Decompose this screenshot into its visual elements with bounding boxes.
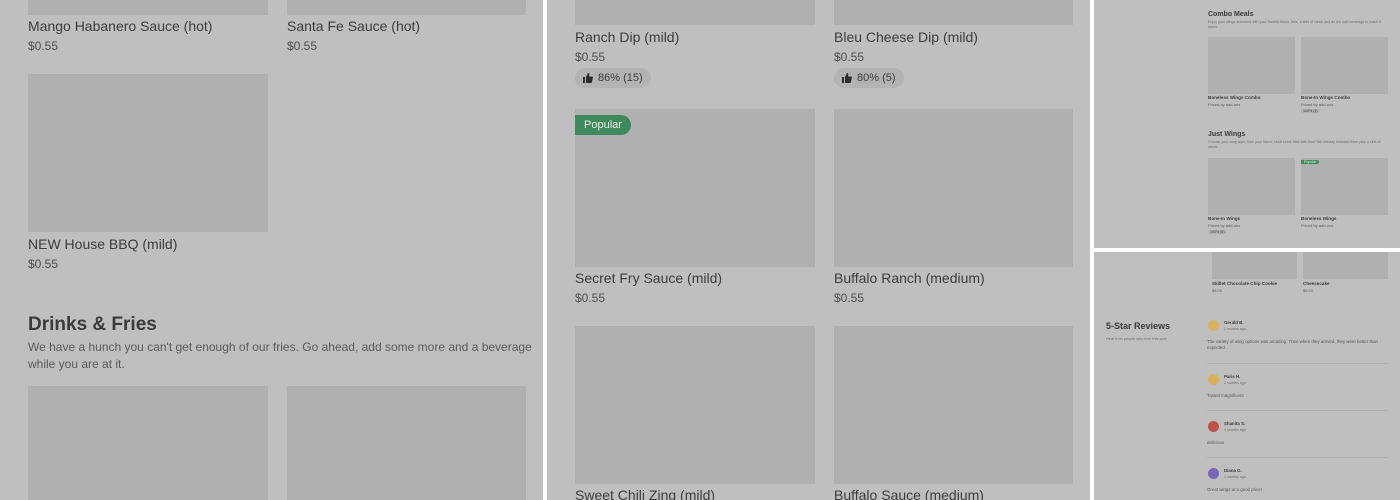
rating-text: 86% (15)	[598, 72, 643, 84]
popular-badge: Popular	[1301, 160, 1320, 164]
rating-text: 80% (5)	[857, 72, 896, 84]
menu-panel-sauces: Mango Habanero Sauce (hot) $0.55 Santa F…	[0, 0, 543, 500]
reviews-subheading: Hear from people who love this spot	[1106, 337, 1167, 341]
section-description: Choose your wing style, then your flavor…	[1208, 140, 1381, 149]
avatar	[1208, 421, 1219, 432]
item-image[interactable]	[287, 386, 526, 500]
item-title[interactable]: Skillet Chocolate Chip Cookie	[1212, 281, 1277, 286]
item-title[interactable]: Bone-In Wings	[1208, 216, 1240, 221]
item-title[interactable]: Bleu Cheese Dip (mild)	[834, 29, 978, 45]
item-price: $0.55	[28, 39, 59, 53]
popular-badge: Popular	[575, 115, 631, 135]
item-price: Priced by add-ons	[1208, 102, 1241, 107]
menu-panel-dips: Ranch Dip (mild) $0.55 86% (15) Bleu Che…	[547, 0, 1090, 500]
reviews-heading: 5-Star Reviews	[1106, 321, 1171, 331]
rating-badge: 86% (15)	[575, 68, 651, 88]
reviewer-name: Gerald B.	[1224, 320, 1244, 325]
item-title[interactable]: Buffalo Sauce (medium)	[834, 487, 984, 500]
item-title[interactable]: Boneless Wings Combo	[1208, 95, 1261, 100]
item-image[interactable]	[1303, 252, 1388, 279]
item-price: $5.00	[1303, 288, 1314, 293]
item-image[interactable]	[28, 0, 268, 15]
section-heading: Combo Meals	[1208, 11, 1254, 18]
item-image[interactable]	[1208, 158, 1295, 215]
menu-panel-wings: Combo Meals Enjoy your wings drenched wi…	[1094, 0, 1400, 248]
reviewer-name: Paris H.	[1224, 374, 1241, 379]
review-time: 4 months ago	[1224, 475, 1246, 479]
reviewer-name: Diana G.	[1224, 468, 1242, 473]
thumbs-up-icon	[583, 73, 593, 83]
section-description: We have a hunch you can't get enough of …	[28, 340, 532, 371]
reviews-panel: Skillet Chocolate Chip Cookie $4.00 Chee…	[1094, 252, 1400, 500]
reviewer-name: Shanita S.	[1224, 421, 1246, 426]
section-heading: Drinks & Fries	[28, 314, 157, 335]
item-price: $0.55	[28, 257, 59, 271]
review-text: Tasted magnificent	[1207, 393, 1244, 398]
item-image[interactable]	[575, 0, 815, 25]
avatar	[1208, 374, 1219, 385]
divider	[1207, 410, 1387, 411]
rating-badge: 100% (3)	[1301, 109, 1320, 113]
item-image[interactable]	[1208, 37, 1295, 94]
item-title[interactable]: Santa Fe Sauce (hot)	[287, 18, 420, 34]
review-time: 4 months ago	[1224, 428, 1246, 432]
item-title[interactable]: Buffalo Ranch (medium)	[834, 270, 985, 286]
review-text: The variety of wing options was amazing.…	[1207, 339, 1379, 350]
item-price: $0.55	[287, 39, 318, 53]
item-title[interactable]: Ranch Dip (mild)	[575, 29, 679, 45]
review-time: 2 months ago	[1224, 327, 1246, 331]
thumbs-up-icon	[842, 73, 852, 83]
divider	[1207, 457, 1387, 458]
item-image[interactable]	[1212, 252, 1297, 279]
item-title[interactable]: NEW House BBQ (mild)	[28, 236, 177, 252]
item-price: $0.55	[834, 50, 865, 64]
review-text: delicious	[1207, 440, 1225, 445]
item-title[interactable]: Bone-In Wings Combo	[1301, 95, 1350, 100]
section-description: Enjoy your wings drenched with your favo…	[1208, 20, 1381, 29]
item-title[interactable]: Cheesecake	[1303, 281, 1330, 286]
item-title[interactable]: Mango Habanero Sauce (hot)	[28, 18, 212, 34]
item-image[interactable]	[575, 326, 815, 484]
item-image[interactable]	[1301, 37, 1388, 94]
item-image[interactable]	[834, 326, 1073, 484]
item-title[interactable]: Sweet Chili Zing (mild)	[575, 487, 715, 500]
item-image[interactable]	[834, 0, 1073, 25]
avatar	[1208, 468, 1219, 479]
item-price: $0.55	[575, 291, 606, 305]
rating-badge: 100% (6)	[1208, 230, 1227, 234]
item-title[interactable]: Secret Fry Sauce (mild)	[575, 270, 722, 286]
avatar	[1208, 320, 1219, 331]
item-image[interactable]	[28, 386, 268, 500]
item-image[interactable]	[28, 74, 268, 232]
item-price: $0.55	[575, 50, 606, 64]
rating-badge: 80% (5)	[834, 68, 904, 88]
item-price: Priced by add-ons	[1208, 223, 1241, 228]
item-image[interactable]	[287, 0, 526, 15]
section-heading: Just Wings	[1208, 131, 1246, 138]
divider	[1207, 363, 1387, 364]
item-image[interactable]	[1301, 158, 1388, 215]
item-price: Priced by add-ons	[1301, 102, 1334, 107]
review-text: Great wings at a good price!	[1207, 487, 1262, 492]
item-title[interactable]: Boneless Wings	[1301, 216, 1336, 221]
item-price: Priced by add-ons	[1301, 223, 1334, 228]
item-price: $0.55	[834, 291, 865, 305]
review-time: 2 months ago	[1224, 381, 1246, 385]
item-image[interactable]	[834, 109, 1073, 267]
item-price: $4.00	[1212, 288, 1223, 293]
